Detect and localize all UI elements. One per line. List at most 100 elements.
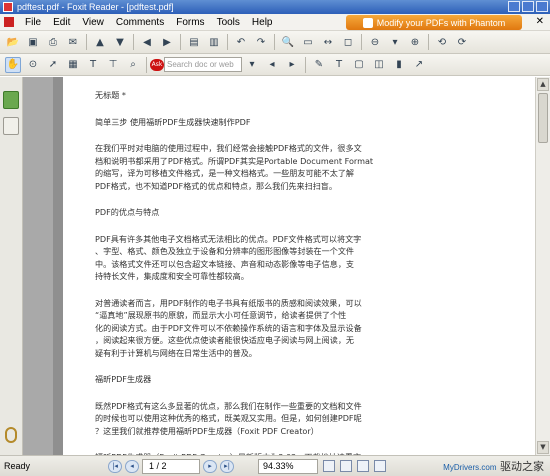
last-page-icon[interactable]: ▸| — [220, 459, 234, 473]
minimize-button[interactable] — [508, 1, 520, 12]
continuous-icon[interactable] — [357, 460, 369, 472]
prev-page-icon[interactable]: ◂ — [125, 459, 139, 473]
menu-file[interactable]: File — [19, 17, 47, 28]
continuous-page-icon[interactable]: ▤ — [186, 34, 202, 50]
zoom-field[interactable]: 94.33% — [258, 458, 318, 474]
search-input[interactable]: Search doc or web — [164, 57, 242, 72]
first-page-icon[interactable]: |◂ — [108, 459, 122, 473]
status-ready: Ready — [4, 461, 31, 471]
menu-view[interactable]: View — [76, 17, 110, 28]
rotate-right-icon[interactable]: ⟳ — [454, 34, 470, 50]
page-indicator: 1 / 2 — [149, 461, 167, 471]
email-icon[interactable]: ✉ — [65, 34, 81, 50]
toolbar-separator — [133, 34, 134, 50]
watermark-cn: 驱动之家 — [500, 460, 544, 473]
toolbar-separator — [86, 34, 87, 50]
undo-icon[interactable]: ↶ — [233, 34, 249, 50]
select-tool-icon[interactable]: ➚ — [45, 57, 61, 73]
snapshot-icon[interactable]: ▦ — [65, 57, 81, 73]
toolbar-separator — [274, 34, 275, 50]
facing-page-icon[interactable]: ▥ — [206, 34, 222, 50]
text-select-icon[interactable]: T — [85, 57, 101, 73]
page-shadow — [53, 77, 63, 455]
doc-paragraph: 在我们平时对电脑的使用过程中，我们经常会接触PDF格式的文件，很多文 档和说明书都… — [95, 142, 390, 192]
rotate-left-icon[interactable]: ⟲ — [434, 34, 450, 50]
zoom-tool-icon[interactable]: ⊙ — [25, 57, 41, 73]
search-prev-icon[interactable]: ◂ — [264, 57, 280, 73]
note-tool-icon[interactable]: ✎ — [311, 57, 327, 73]
close-window-button[interactable] — [536, 1, 548, 12]
menu-tools[interactable]: Tools — [211, 17, 246, 28]
zoom-in-icon[interactable]: ⊕ — [407, 34, 423, 50]
redo-icon[interactable]: ↷ — [253, 34, 269, 50]
zoom-value: 94.33% — [263, 461, 294, 471]
back-icon[interactable]: ◀ — [139, 34, 155, 50]
search-dropdown-icon[interactable]: ▾ — [244, 57, 260, 73]
doc-paragraph: PDF的优点与特点 — [95, 206, 390, 219]
single-page-icon[interactable] — [340, 460, 352, 472]
doc-line: “逼真地”展现原书的原貌，而显示大小可任意调节，给读者提供了个性 — [95, 310, 347, 320]
maximize-button[interactable] — [522, 1, 534, 12]
arrow-tool-icon[interactable]: ↗ — [411, 57, 427, 73]
hand-tool-icon[interactable]: ✋ — [5, 56, 21, 73]
print-icon[interactable]: ⎙ — [45, 34, 61, 50]
doc-paragraph: 既然PDF格式有这么多显著的优点，那么我们在制作一些重要的文档和文件 的时候也可以… — [95, 400, 390, 438]
scroll-down-icon[interactable]: ▼ — [537, 441, 549, 454]
app-icon — [3, 2, 13, 12]
pages-icon[interactable] — [3, 117, 19, 135]
bookmarks-icon[interactable] — [3, 91, 19, 109]
next-page-icon[interactable]: ▸ — [203, 459, 217, 473]
page-content: 无标题 * 简单三步 使用福昕PDF生成器快速制作PDF 在我们平时对电脑的使用过… — [95, 89, 390, 455]
callout-icon[interactable]: ◫ — [371, 57, 387, 73]
actual-size-icon[interactable]: ◻ — [340, 34, 356, 50]
menu-comments[interactable]: Comments — [110, 17, 170, 28]
menu-edit[interactable]: Edit — [47, 17, 76, 28]
scroll-up-icon[interactable]: ▲ — [537, 78, 549, 91]
page-navigation: |◂ ◂ 1 / 2 ▸ ▸| — [108, 458, 234, 474]
page-number-field[interactable]: 1 / 2 — [142, 458, 200, 474]
textbox-icon[interactable]: ▢ — [351, 57, 367, 73]
typewriter-icon[interactable]: T — [331, 57, 347, 73]
zoom-out-icon[interactable]: ⊖ — [367, 34, 383, 50]
doc-line: PDF的优点与特点 — [95, 207, 160, 217]
vertical-scrollbar[interactable]: ▲ ▼ — [535, 77, 550, 455]
toolbar-separator — [146, 56, 147, 73]
search-next-icon[interactable]: ▸ — [284, 57, 300, 73]
menu-bar: File Edit View Comments Forms Tools Help… — [0, 14, 550, 31]
doc-line: 持特长文件，集成度和安全可靠性都较高。 — [95, 271, 249, 281]
fit-page-icon[interactable]: ▭ — [300, 34, 316, 50]
zoom-dropdown-icon[interactable]: ▾ — [387, 34, 403, 50]
toolbar-separator — [361, 34, 362, 50]
page-up-icon[interactable]: ▲ — [92, 34, 108, 50]
doc-line: 对普通读者而言，用PDF制作的电子书具有纸版书的质感和阅读效果，可以 — [95, 297, 362, 308]
scroll-thumb[interactable] — [538, 93, 548, 143]
fit-width-icon[interactable]: ↔ — [320, 34, 336, 50]
doc-paragraph: 简单三步 使用福昕PDF生成器快速制作PDF — [95, 116, 390, 129]
left-side-panel — [0, 77, 23, 455]
doc-line: 档和说明书都采用了PDF格式。所谓PDF其实是Portable Document… — [95, 155, 374, 166]
promo-banner[interactable]: Modify your PDFs with Phantom — [346, 15, 522, 30]
toolbar-separator — [305, 56, 306, 73]
ask-logo-icon: Ask — [150, 58, 164, 71]
doc-line: 既然PDF格式有这么多显著的优点，那么我们在制作一些重要的文档和文件 — [95, 400, 362, 411]
facing-icon[interactable] — [374, 460, 386, 472]
menu-help[interactable]: Help — [246, 17, 279, 28]
toolbar-separator — [428, 34, 429, 50]
find-icon[interactable]: ⌕ — [125, 57, 141, 73]
save-icon[interactable]: ▣ — [25, 34, 41, 50]
pdf-page[interactable]: 无标题 * 简单三步 使用福昕PDF生成器快速制作PDF 在我们平时对电脑的使用过… — [63, 77, 535, 455]
doc-paragraph: 福昕PDF生成器 — [95, 373, 390, 386]
zoom-icon[interactable]: 🔍 — [280, 34, 296, 50]
zoom-in-status-icon[interactable] — [323, 460, 335, 472]
open-icon[interactable]: 📂 — [5, 34, 21, 50]
doc-line: ，阅读起来很方便。这些优点使读者能很快适应电子阅读与网上阅读，无 — [95, 335, 355, 345]
text-select-alt-icon[interactable]: ⊤ — [105, 57, 121, 73]
forward-icon[interactable]: ▶ — [159, 34, 175, 50]
page-down-icon[interactable]: ▼ — [112, 34, 128, 50]
highlight-icon[interactable]: ▮ — [391, 57, 407, 73]
doc-line: 福昕PDF生成器 — [95, 374, 152, 384]
menu-forms[interactable]: Forms — [170, 17, 210, 28]
close-document-icon[interactable]: ✕ — [536, 16, 544, 27]
document-view[interactable]: 无标题 * 简单三步 使用福昕PDF生成器快速制作PDF 在我们平时对电脑的使用过… — [23, 77, 535, 455]
attachments-icon[interactable] — [5, 427, 17, 443]
